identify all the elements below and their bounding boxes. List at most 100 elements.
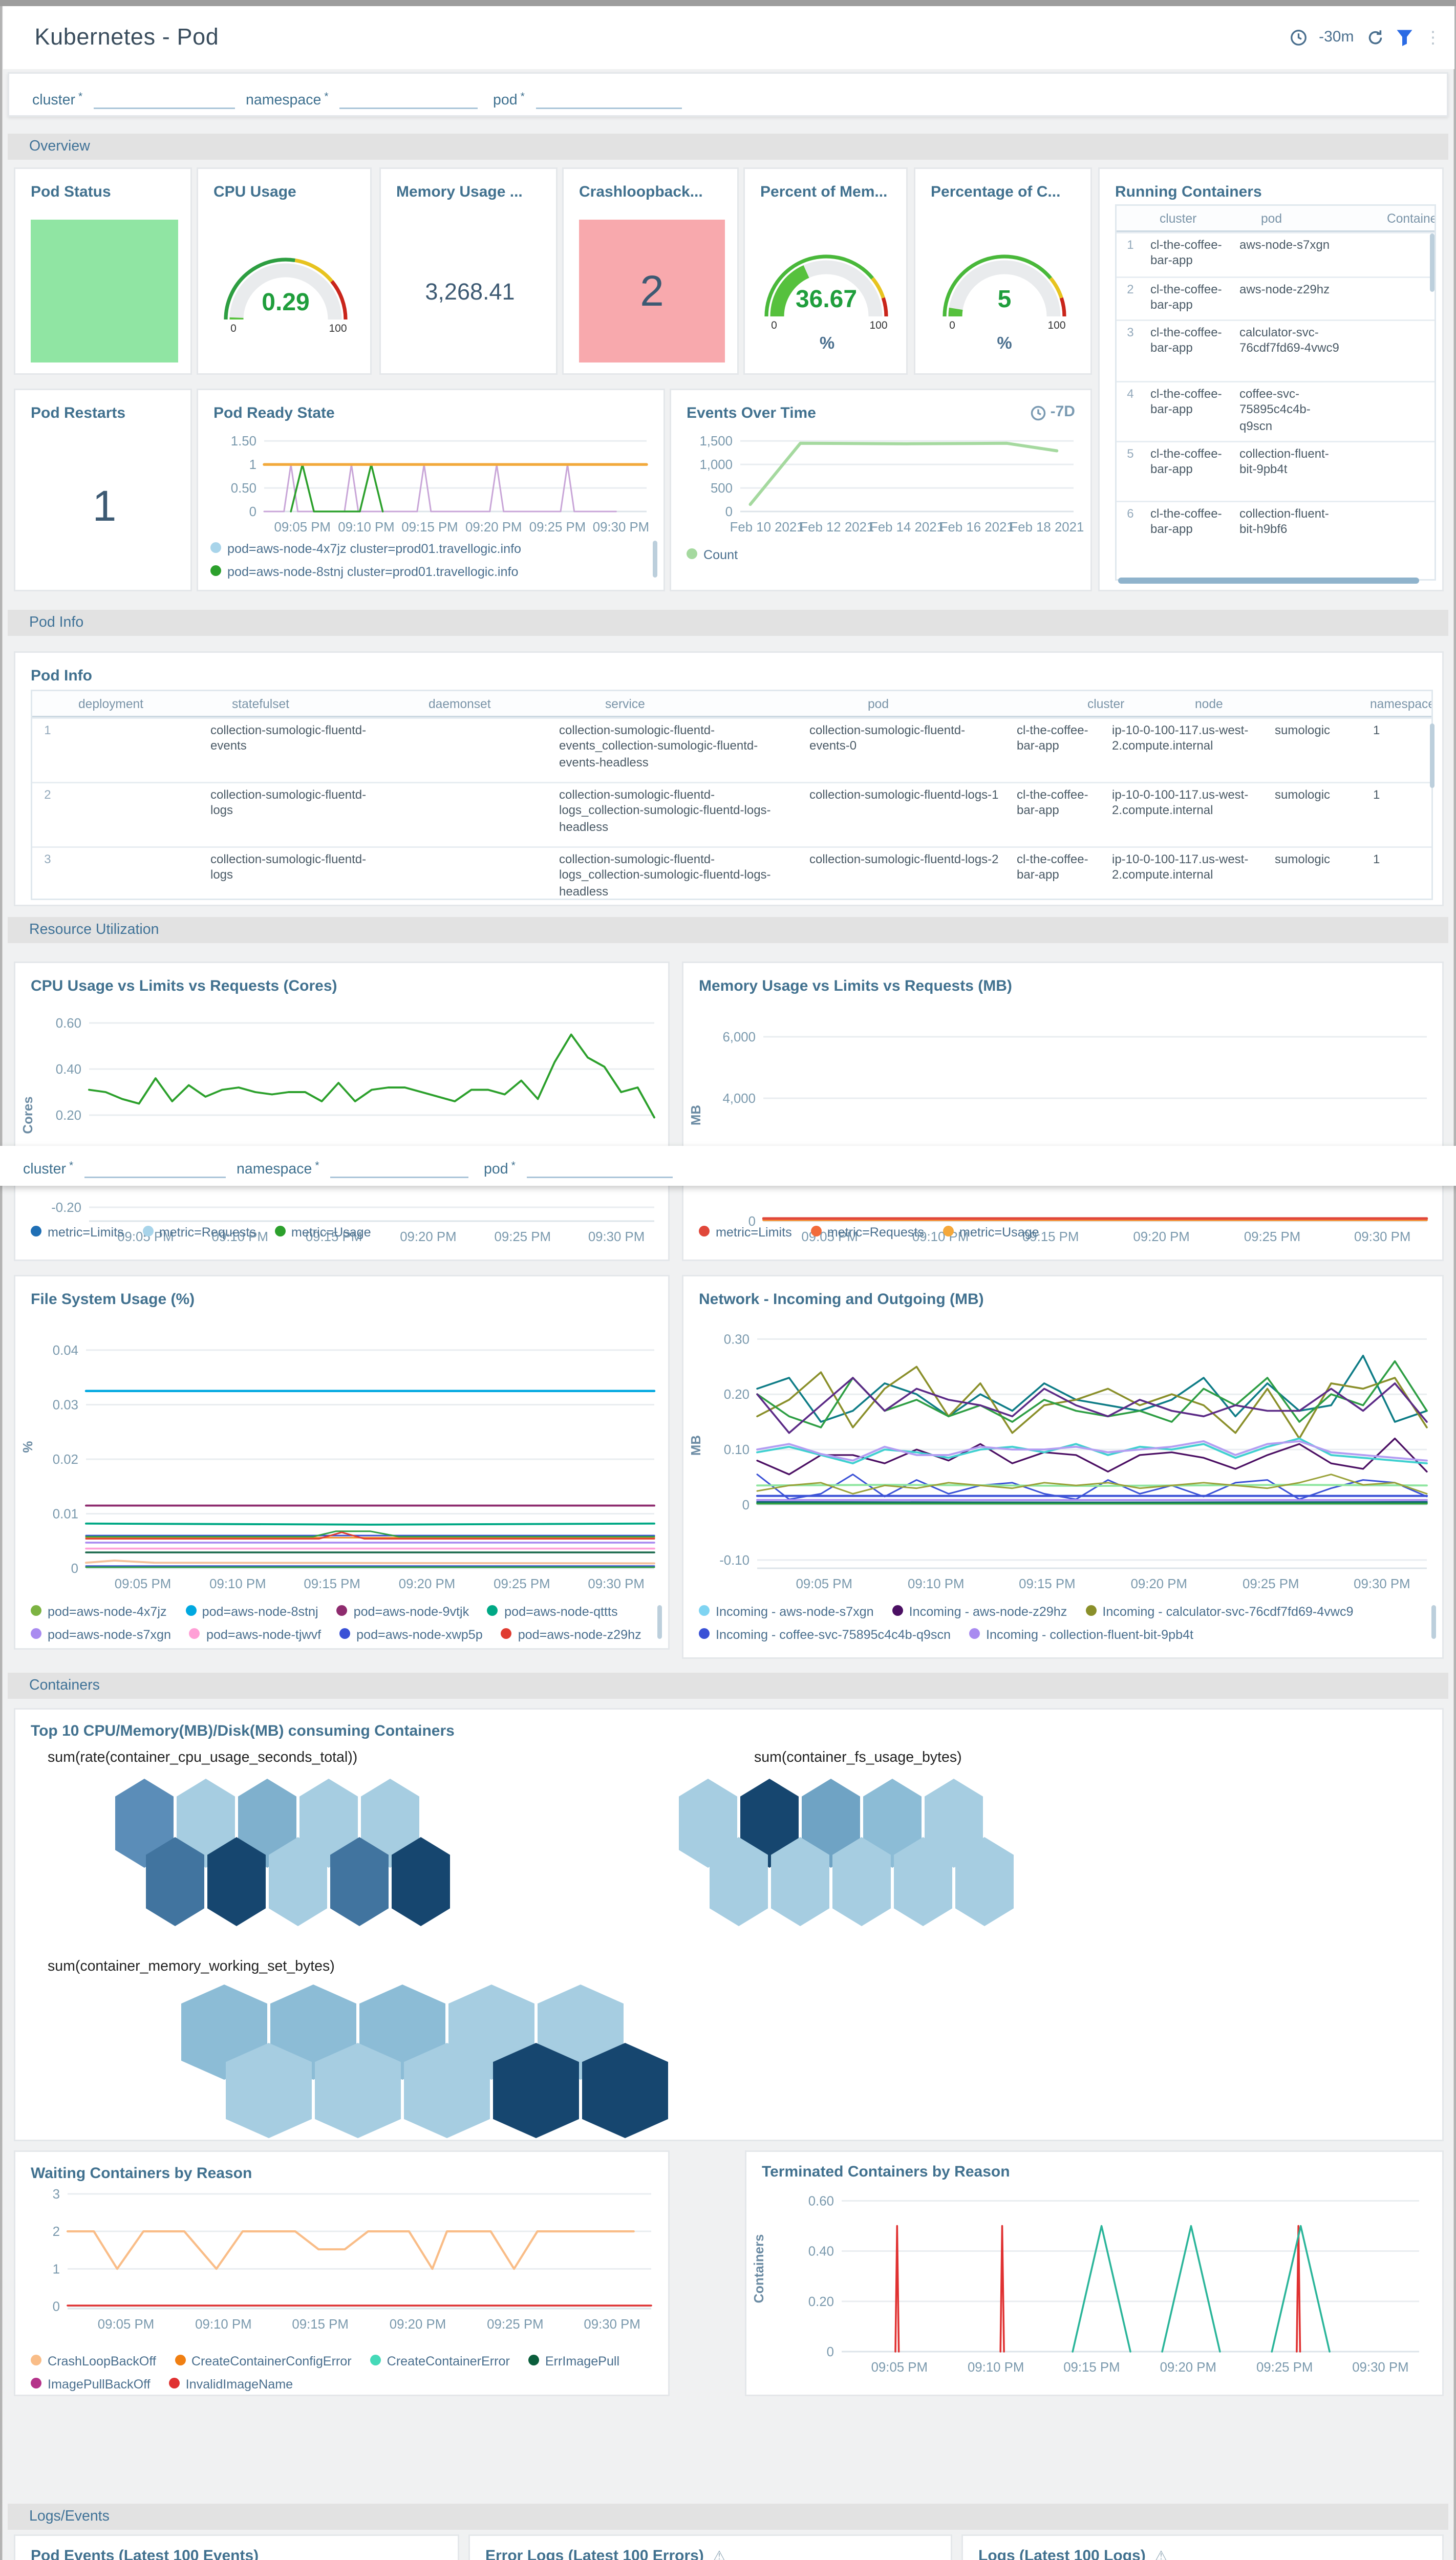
panel-pod-info: Pod Info deploymentstatefulsetdaemonsets…: [14, 651, 1444, 906]
percent-cpu-gauge[interactable]: 50100: [938, 240, 1070, 332]
network-chart[interactable]: 0.300.200.100-0.1009:05 PM09:10 PM09:15 …: [687, 1313, 1442, 1599]
legend-item[interactable]: pod=aws-node-4x7jz cluster=prod01.travel…: [210, 539, 521, 556]
legend-item[interactable]: Incoming - collection-fluent-bit-9pb4t: [969, 1625, 1193, 1642]
hexagon-cell[interactable]: [226, 2043, 312, 2138]
legend-item[interactable]: InvalidImageName: [169, 2375, 293, 2392]
hexagon-cell[interactable]: [894, 1837, 952, 1926]
events-over-time-chart[interactable]: 1,5001,0005000Feb 10 2021Feb 12 2021Feb …: [676, 429, 1089, 545]
legend-item[interactable]: CreateContainerConfigError: [175, 2352, 352, 2369]
column-header[interactable]: pod: [862, 691, 1081, 716]
cluster-input[interactable]: [84, 1160, 225, 1178]
hexagon-cell[interactable]: [146, 1837, 204, 1926]
table-row[interactable]: 4cl-the-coffee-bar-appcoffee-svc-75895c4…: [1117, 381, 1434, 441]
waiting-containers-chart[interactable]: 321009:05 PM09:10 PM09:15 PM09:20 PM09:2…: [18, 2173, 670, 2345]
legend-item[interactable]: CrashLoopBackOff: [31, 2352, 156, 2369]
legend-item[interactable]: Incoming - coffee-svc-75895c4c4b-q9scn: [699, 1625, 951, 1642]
column-header[interactable]: cluster: [1153, 206, 1255, 230]
hexagon-cell[interactable]: [493, 2043, 579, 2138]
hexagon-cell[interactable]: [330, 1837, 389, 1926]
kebab-menu-icon[interactable]: ⋮: [1425, 28, 1442, 48]
table-row[interactable]: 5cl-the-coffee-bar-appcollection-fluent-…: [1117, 441, 1434, 501]
legend-item[interactable]: Incoming - collection-fluent-bit-h9bf6: [699, 1648, 923, 1651]
legend-item[interactable]: pod=aws-node-xwp5p: [339, 1625, 483, 1642]
table-row[interactable]: 3collection-sumologic-fluentd-logscollec…: [32, 846, 1431, 897]
file-system-usage-chart[interactable]: 0.040.030.020.01009:05 PM09:10 PM09:15 P…: [18, 1313, 670, 1599]
time-range-label[interactable]: -30m: [1319, 29, 1354, 46]
legend-item[interactable]: pod=aws-node-9vtjk: [337, 1602, 469, 1619]
refresh-icon[interactable]: [1366, 29, 1383, 46]
legend-item[interactable]: CreateContainerError: [370, 2352, 510, 2369]
vertical-scrollbar[interactable]: [657, 1605, 662, 1639]
legend-item[interactable]: metric=Requests: [810, 1223, 924, 1240]
pod-input[interactable]: [536, 91, 681, 109]
legend-item[interactable]: pod=aws-node-8stnj cluster=prod01.travel…: [210, 562, 518, 579]
cpu-vs-limits-chart[interactable]: 0.600.400.200-0.2009:05 PM09:10 PM09:15 …: [18, 997, 670, 1261]
pod-status-block[interactable]: [31, 220, 178, 362]
table-row[interactable]: 1cl-the-coffee-bar-appaws-node-s7xgn: [1117, 232, 1434, 276]
column-header[interactable]: deployment: [72, 691, 226, 716]
vertical-scrollbar[interactable]: [1429, 723, 1435, 788]
legend-item[interactable]: [971, 1648, 981, 1651]
hexagon-cell[interactable]: [392, 1837, 450, 1926]
clock-icon[interactable]: [1290, 29, 1307, 46]
legend-item[interactable]: metric=Requests: [142, 1223, 256, 1240]
horizontal-scrollbar[interactable]: [1118, 578, 1419, 584]
legend-item[interactable]: pod=aws-node-qttts: [487, 1602, 617, 1619]
legend-item[interactable]: pod=aws-node-8stnj: [185, 1602, 318, 1619]
namespace-input[interactable]: [339, 91, 478, 109]
hexagon-cell[interactable]: [771, 1837, 829, 1926]
legend-label: pod=aws-node-8stnj: [202, 1603, 318, 1618]
legend-item[interactable]: metric=Usage: [943, 1223, 1039, 1240]
legend-item[interactable]: ImagePullBackOff: [31, 2375, 151, 2392]
legend-item[interactable]: pod=aws-node-4x7jz: [31, 1602, 167, 1619]
table-row[interactable]: 1collection-sumologic-fluentd-eventscoll…: [32, 717, 1431, 782]
crashloopback-block[interactable]: 2: [579, 220, 725, 362]
hexagon-cell[interactable]: [315, 2043, 401, 2138]
table-row[interactable]: 2cl-the-coffee-bar-appaws-node-z29hz: [1117, 276, 1434, 319]
column-header[interactable]: daemonset: [422, 691, 599, 716]
column-header[interactable]: cluster: [1081, 691, 1189, 716]
vertical-scrollbar[interactable]: [1429, 233, 1435, 292]
column-header[interactable]: service: [599, 691, 862, 716]
legend-item[interactable]: pod=aws-node-tjwvf: [189, 1625, 321, 1642]
terminated-containers-chart[interactable]: 0.600.400.20009:05 PM09:10 PM09:15 PM09:…: [750, 2177, 1438, 2392]
column-header[interactable]: Containe: [1381, 206, 1436, 230]
legend-item[interactable]: Incoming - aws-node-z29hz: [892, 1602, 1067, 1619]
memory-vs-limits-chart[interactable]: 6,0004,0002,000009:05 PM09:10 PM09:15 PM…: [687, 997, 1442, 1261]
percent-memory-gauge[interactable]: 36.670100: [760, 240, 892, 332]
hexagon-cell[interactable]: [955, 1837, 1014, 1926]
legend-item[interactable]: [941, 1648, 952, 1651]
cpu-usage-gauge[interactable]: 0.290100: [220, 243, 352, 335]
legend-item[interactable]: Incoming - aws-node-s7xgn: [699, 1602, 874, 1619]
hexagon-cell[interactable]: [404, 2043, 490, 2138]
column-header[interactable]: pod: [1255, 206, 1381, 230]
column-header[interactable]: statefulset: [226, 691, 422, 716]
legend-item[interactable]: pod=aws-node-z29hz: [501, 1625, 641, 1642]
table-row[interactable]: 6cl-the-coffee-bar-appcollection-fluent-…: [1117, 501, 1434, 561]
pod-ready-chart[interactable]: 1.5010.50009:05 PM09:10 PM09:15 PM09:20 …: [203, 429, 659, 545]
legend-item[interactable]: pod=aws-node-s7xgn: [31, 1625, 171, 1642]
column-header[interactable]: node: [1189, 691, 1364, 716]
hexagon-cell[interactable]: [832, 1837, 891, 1926]
namespace-input[interactable]: [330, 1160, 468, 1178]
hexagon-cell[interactable]: [710, 1837, 768, 1926]
table-row[interactable]: 2collection-sumologic-fluentd-logscollec…: [32, 782, 1431, 846]
pod-input[interactable]: [526, 1160, 672, 1178]
legend-item[interactable]: metric=Usage: [274, 1223, 371, 1240]
hexagon-cell[interactable]: [582, 2043, 668, 2138]
filter-icon[interactable]: [1396, 29, 1412, 47]
legend-item[interactable]: ErrImagePull: [528, 2352, 619, 2369]
panel-time-override[interactable]: -7D: [1031, 404, 1075, 421]
legend-item[interactable]: metric=Limits: [699, 1223, 792, 1240]
column-header[interactable]: namespace: [1364, 691, 1433, 716]
vertical-scrollbar[interactable]: [652, 541, 658, 578]
table-row[interactable]: 3cl-the-coffee-bar-appcalculator-svc-76c…: [1117, 319, 1434, 381]
legend-item[interactable]: Incoming - calculator-svc-76cdf7fd69-4vw…: [1085, 1602, 1353, 1619]
legend-item[interactable]: metric=Limits: [31, 1223, 124, 1240]
filter-bar: cluster* namespace* pod*: [8, 72, 1448, 117]
legend-item[interactable]: Count: [687, 545, 738, 562]
cluster-input[interactable]: [93, 91, 234, 109]
hexagon-cell[interactable]: [207, 1837, 266, 1926]
hexagon-cell[interactable]: [269, 1837, 327, 1926]
vertical-scrollbar[interactable]: [1431, 1605, 1437, 1639]
